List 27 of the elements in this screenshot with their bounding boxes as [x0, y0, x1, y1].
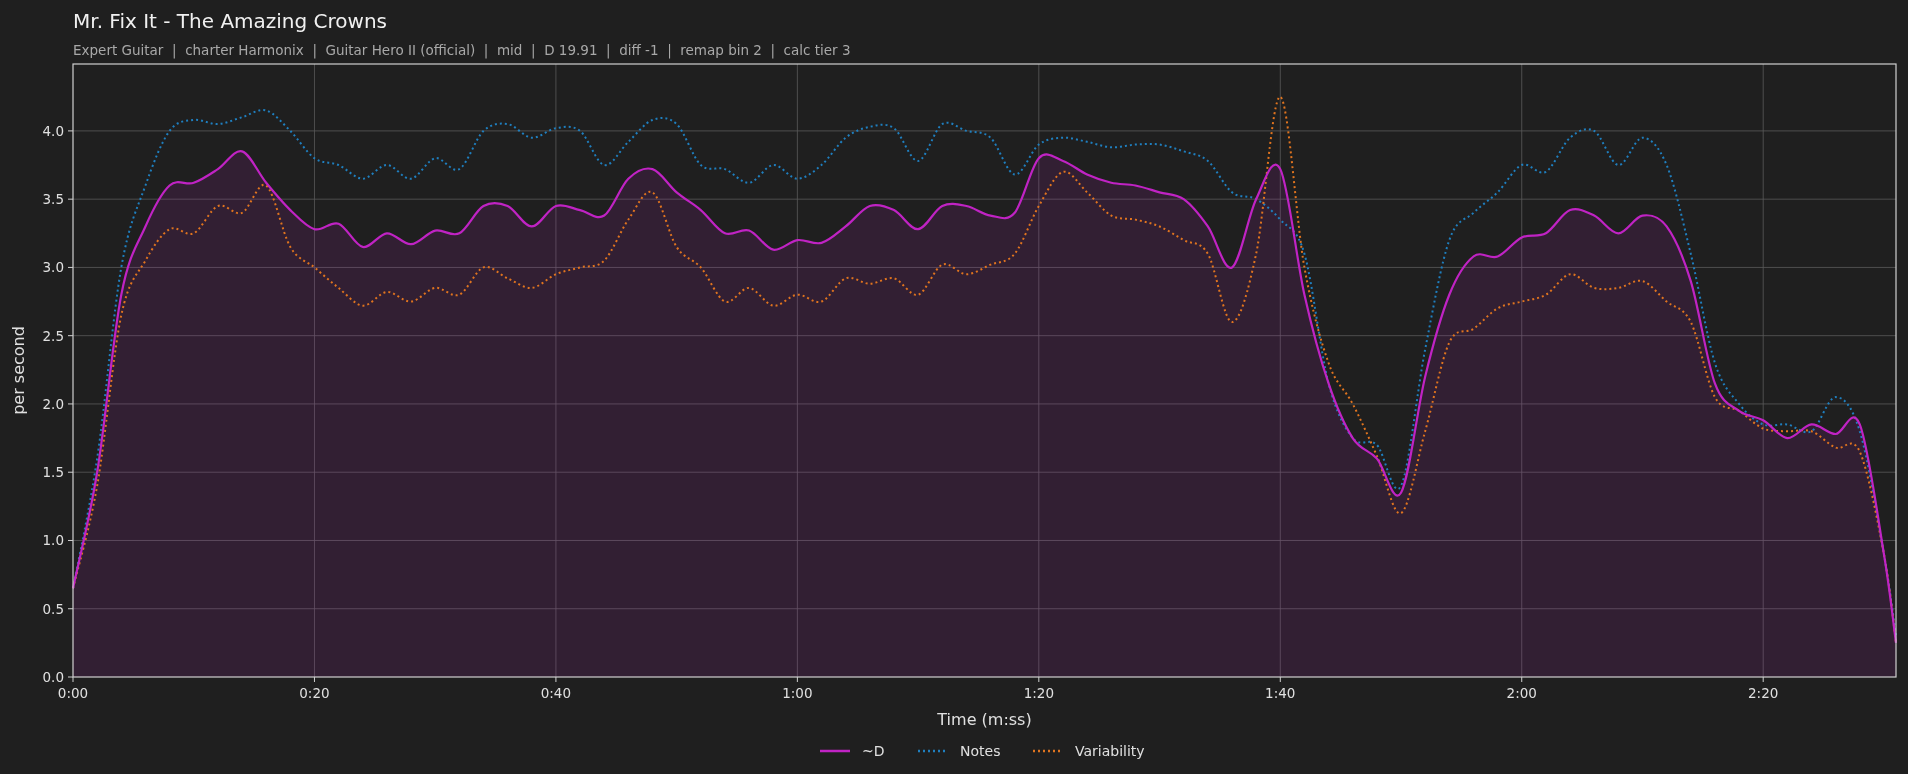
legend-line-icon [820, 749, 850, 753]
y-axis-tick-label: 3.0 [42, 259, 64, 276]
y-axis-tick-label: 1.0 [42, 532, 64, 549]
y-axis-label: per second [9, 326, 28, 415]
chart-title: Mr. Fix It - The Amazing Crowns [73, 8, 389, 34]
y-axis-tick-label: 0.5 [42, 600, 64, 617]
y-axis-tick-label: 0.0 [42, 669, 64, 685]
x-axis-tick-label: 0:00 [57, 685, 89, 701]
x-axis-tick-label: 2:20 [1748, 685, 1779, 701]
legend-line-icon [918, 749, 948, 753]
x-axis-tick-label: 1:00 [782, 685, 813, 701]
y-axis-tick-label: 1.5 [42, 464, 64, 481]
y-axis-tick-label: 3.5 [42, 191, 64, 208]
x-axis-label: Time (m:ss) [937, 710, 1032, 729]
x-axis-tick-label: 1:20 [1023, 685, 1054, 701]
x-axis-tick-label: 0:40 [540, 685, 572, 701]
y-axis-tick-label: 2.5 [42, 327, 64, 344]
legend-label: Notes [960, 743, 1001, 759]
legend-label: ~D [862, 743, 885, 759]
legend-line-icon [1033, 749, 1063, 753]
x-axis-tick-label: 0:20 [299, 685, 330, 701]
chart-subtitle: Expert Guitar | charter Harmonix | Guitar Hero II (official) | mid | D 19.91 | diff -1 | remap bin 2 | calc tier 3 [73, 41, 852, 60]
x-axis-tick-label: 1:40 [1265, 685, 1296, 701]
y-axis-tick-label: 2.0 [42, 395, 64, 412]
legend-label: Variability [1075, 743, 1145, 759]
y-axis-tick-label: 4.0 [42, 122, 64, 139]
x-axis-tick-label: 2:00 [1506, 685, 1537, 701]
